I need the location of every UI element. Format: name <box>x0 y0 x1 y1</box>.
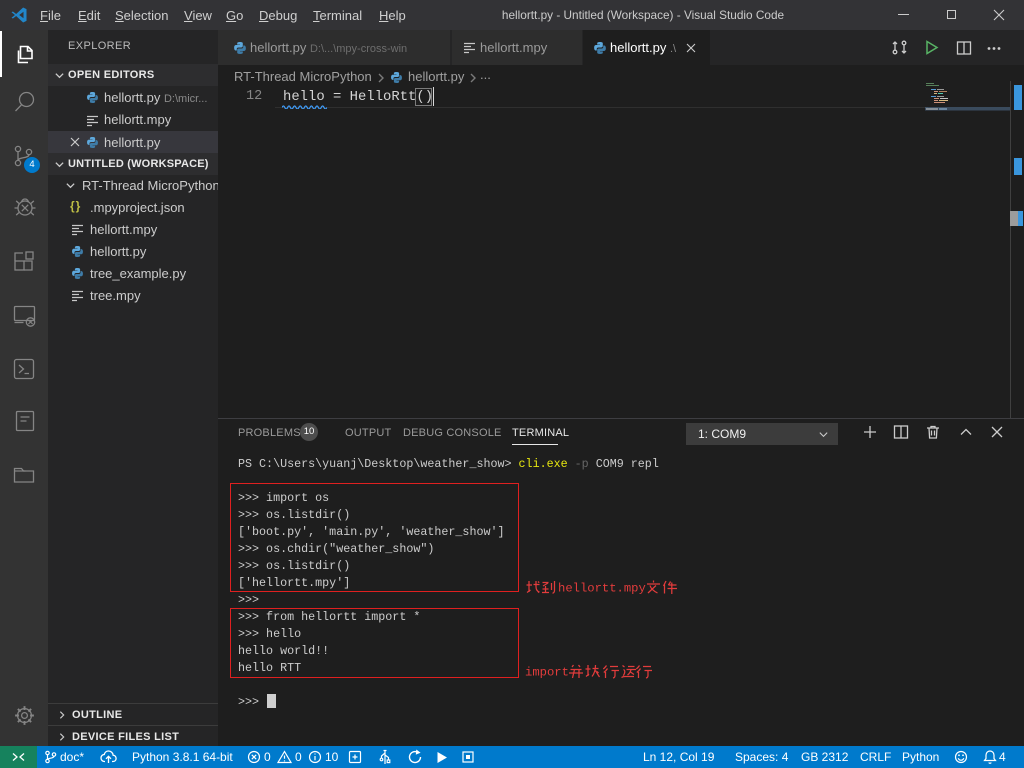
svg-text:hellortt.mpy: hellortt.mpy <box>558 582 646 596</box>
svg-text:import: import <box>525 666 569 680</box>
